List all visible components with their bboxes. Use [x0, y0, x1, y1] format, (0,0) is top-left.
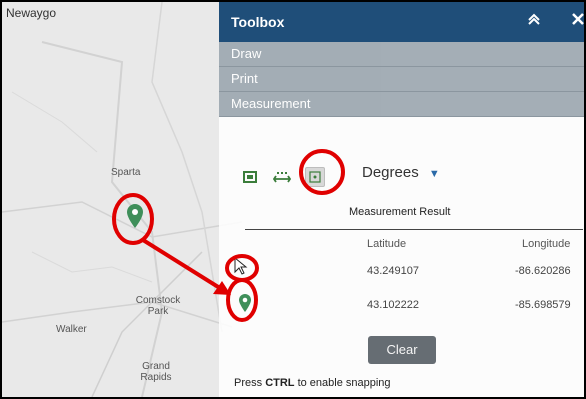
toolbox-title: Toolbox	[231, 14, 285, 30]
section-measurement[interactable]: Measurement	[219, 92, 584, 116]
map-pin-icon[interactable]	[126, 203, 144, 234]
map-label-sparta: Sparta	[111, 167, 141, 178]
snapping-hint: Press CTRL to enable snapping	[234, 377, 391, 389]
toolbox-panel: Toolbox Draw Print Measurement Degrees ▼…	[219, 2, 584, 397]
row-2-latitude: 43.102222	[367, 299, 419, 311]
distance-measure-icon[interactable]	[273, 168, 291, 186]
section-divider	[219, 116, 584, 117]
close-icon[interactable]	[571, 12, 584, 29]
measurement-tools	[241, 162, 339, 192]
row-1-latitude: 43.249107	[367, 265, 419, 277]
map-label-walker: Walker	[56, 324, 87, 335]
clear-button[interactable]: Clear	[368, 336, 436, 364]
column-latitude: Latitude	[367, 238, 407, 250]
toolbox-header: Toolbox	[219, 2, 584, 42]
screenshot-frame: Newaygo Sparta Comstock Park Walker Gran…	[0, 0, 586, 399]
map-label-newaygo: Newaygo	[6, 6, 57, 20]
row-2-longitude: -85.698579	[515, 299, 571, 311]
map-pin-icon	[238, 293, 252, 318]
result-divider	[245, 229, 583, 230]
column-longitude: Longitude	[522, 238, 571, 250]
hint-key: CTRL	[265, 377, 295, 389]
map-label-comstock-park: Comstock Park	[135, 295, 181, 317]
unit-select[interactable]: Degrees ▼	[362, 164, 440, 181]
area-measure-icon[interactable]	[241, 168, 259, 186]
cursor-icon	[233, 256, 249, 280]
caret-down-icon: ▼	[428, 168, 440, 180]
section-draw[interactable]: Draw	[219, 42, 584, 66]
unit-select-value: Degrees	[362, 164, 419, 181]
hint-suffix: to enable snapping	[294, 377, 391, 389]
row-1-longitude: -86.620286	[515, 265, 571, 277]
double-chevron-up-icon[interactable]	[527, 12, 541, 29]
measurement-result-title: Measurement Result	[349, 206, 451, 218]
location-measure-icon[interactable]	[305, 167, 325, 187]
map-label-grand-rapids: Grand Rapids	[140, 361, 172, 383]
hint-prefix: Press	[234, 377, 266, 389]
section-print[interactable]: Print	[219, 67, 584, 91]
